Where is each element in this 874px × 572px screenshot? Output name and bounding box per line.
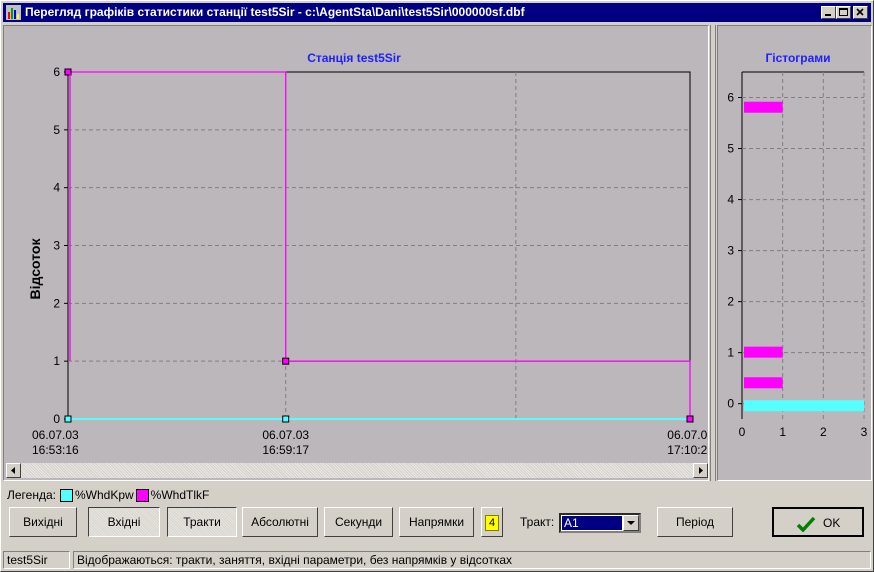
ok-button[interactable]: OK — [772, 507, 864, 537]
y-tick-label: 0 — [53, 412, 60, 426]
count-badge: 4 — [485, 515, 499, 531]
x-tick-time: 17:10:26 — [667, 443, 708, 457]
seconds-button[interactable]: Секунди — [324, 507, 393, 537]
data-point — [282, 415, 290, 423]
y-tick-label: 4 — [53, 181, 60, 195]
line-chart: Станція test5Sir Відсоток 0 1 2 3 4 5 6 06.07.… — [27, 51, 708, 457]
chevron-down-icon — [627, 521, 635, 525]
maximize-button[interactable] — [836, 6, 851, 19]
y-tick-label: 3 — [53, 239, 60, 253]
y-tick-label: 6 — [53, 65, 60, 79]
chart-ylabel: Відсоток — [27, 238, 43, 300]
arrow-right-icon — [699, 467, 703, 474]
chart-app-icon — [6, 5, 21, 20]
chart-title: Станція test5Sir — [307, 51, 401, 65]
hist-x-tick-label: 1 — [779, 425, 786, 439]
title-bar[interactable]: Перегляд графіків статистики станції tes… — [3, 3, 871, 22]
close-icon — [856, 8, 864, 16]
legend-item-whdtlkf: %WhdTlkF — [150, 488, 210, 502]
directions-button[interactable]: Напрямки — [399, 507, 474, 537]
x-tick-date: 06.07.03 — [667, 428, 708, 442]
hist-y-tick-label: 1 — [727, 346, 734, 360]
histogram-title: Гістограми — [765, 51, 830, 65]
hist-x-tick-label: 3 — [861, 425, 868, 439]
x-tick-date: 06.07.03 — [262, 428, 309, 442]
line-chart-pane: Станція test5Sir Відсоток 0 1 2 3 4 5 6 06.07.… — [3, 25, 709, 481]
legend-swatch-cyan — [59, 488, 73, 502]
arrow-left-icon — [11, 467, 15, 474]
hist-y-tick-label: 6 — [727, 91, 734, 105]
data-point — [64, 415, 72, 423]
status-bar: test5Sir Відображаються: тракти, заняття… — [3, 551, 871, 569]
minimize-button[interactable] — [821, 6, 836, 19]
y-tick-label: 2 — [53, 296, 60, 310]
hist-y-tick-label: 0 — [727, 397, 734, 411]
status-station: test5Sir — [3, 551, 70, 569]
legend-item-whdkpw: %WhdKpw — [74, 488, 134, 502]
trunk-select-dropdown[interactable] — [623, 515, 639, 531]
status-message: Відображаються: тракти, заняття, вхідні … — [73, 551, 871, 569]
scroll-left-button[interactable] — [6, 463, 21, 478]
horizontal-scrollbar[interactable] — [6, 463, 708, 478]
legend-swatch-magenta — [135, 488, 149, 502]
hist-bar — [744, 377, 783, 389]
ok-label: OK — [823, 516, 841, 530]
close-button[interactable] — [853, 6, 868, 19]
pane-splitter[interactable] — [710, 25, 716, 481]
hist-y-tick-label: 3 — [727, 244, 734, 258]
hist-bar — [744, 400, 864, 412]
absolute-button[interactable]: Абсолютні — [242, 507, 318, 537]
count-button[interactable]: 4 — [481, 507, 503, 537]
y-tick-label: 1 — [53, 354, 60, 368]
x-tick-date: 06.07.03 — [32, 428, 79, 442]
hist-y-tick-label: 4 — [727, 193, 734, 207]
hist-bar — [744, 101, 783, 113]
histogram-pane: Гістограми 0 1 2 3 4 5 6 0 1 2 3 — [717, 25, 872, 481]
legend-label: Легенда: — [7, 488, 56, 502]
scroll-right-button[interactable] — [693, 463, 708, 478]
incoming-button[interactable]: Вхідні — [88, 507, 160, 537]
x-tick-time: 16:53:16 — [32, 443, 79, 457]
trunks-button[interactable]: Тракти — [167, 507, 237, 537]
window-title: Перегляд графіків статистики станції tes… — [25, 5, 525, 19]
hist-bar — [744, 346, 783, 358]
legend: Легенда: %WhdKpw %WhdTlkF — [7, 487, 209, 503]
checkmark-icon — [796, 516, 815, 533]
hist-y-tick-label: 5 — [727, 142, 734, 156]
histogram-chart: Гістограми 0 1 2 3 4 5 6 0 1 2 3 — [727, 51, 868, 439]
toolbar: Вихідні Вхідні Тракти Абсолютні Секунди … — [1, 507, 873, 545]
x-tick-time: 16:59:17 — [262, 443, 309, 457]
data-point — [282, 357, 290, 365]
main-window: Перегляд графіків статистики станції tes… — [0, 0, 874, 572]
hist-x-tick-label: 2 — [820, 425, 827, 439]
trunk-label: Тракт: — [520, 515, 555, 529]
hist-x-tick-label: 0 — [739, 425, 746, 439]
hist-y-tick-label: 2 — [727, 295, 734, 309]
y-tick-label: 5 — [53, 123, 60, 137]
data-point — [686, 415, 694, 423]
outgoing-button[interactable]: Вихідні — [9, 507, 77, 537]
period-button[interactable]: Період — [657, 507, 733, 537]
maximize-icon — [839, 8, 848, 16]
minimize-icon — [825, 14, 831, 16]
trunk-select-value: A1 — [562, 516, 622, 530]
trunk-select[interactable]: A1 — [559, 513, 641, 533]
